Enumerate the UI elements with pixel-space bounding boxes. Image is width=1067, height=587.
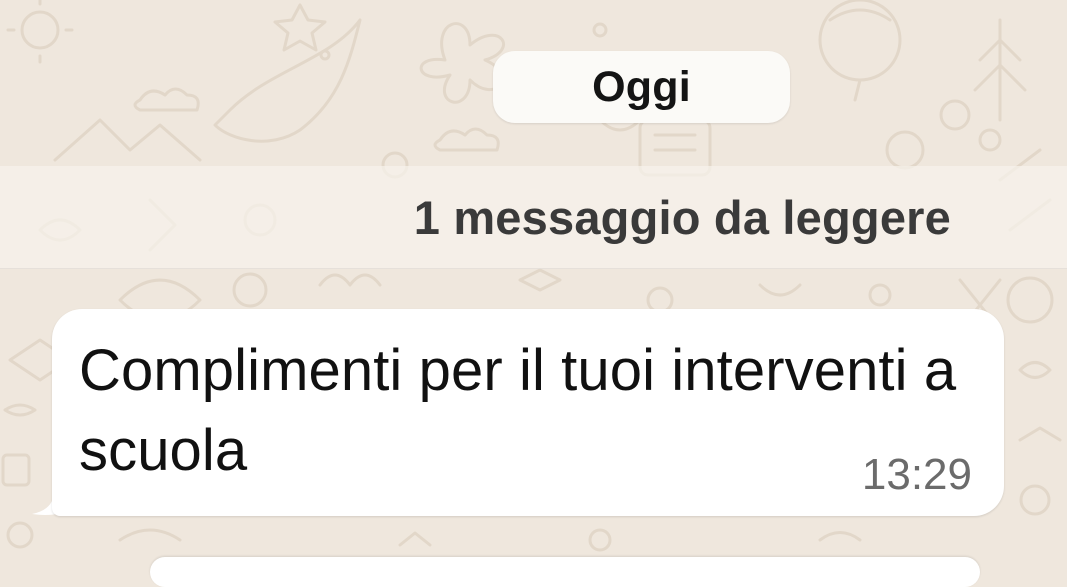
message-text: Complimenti per il tuoi interventi a scu…	[79, 338, 957, 483]
date-separator: Oggi	[493, 51, 790, 123]
message-timestamp: 13:29	[861, 450, 972, 499]
unread-messages-label: 1 messaggio da leggere	[413, 190, 951, 244]
next-message-bubble-edge[interactable]	[150, 557, 980, 587]
unread-messages-banner: 1 messaggio da leggere	[0, 166, 1067, 269]
incoming-message-bubble[interactable]: Complimenti per il tuoi interventi a scu…	[52, 309, 1004, 516]
date-separator-label: Oggi	[592, 62, 691, 111]
